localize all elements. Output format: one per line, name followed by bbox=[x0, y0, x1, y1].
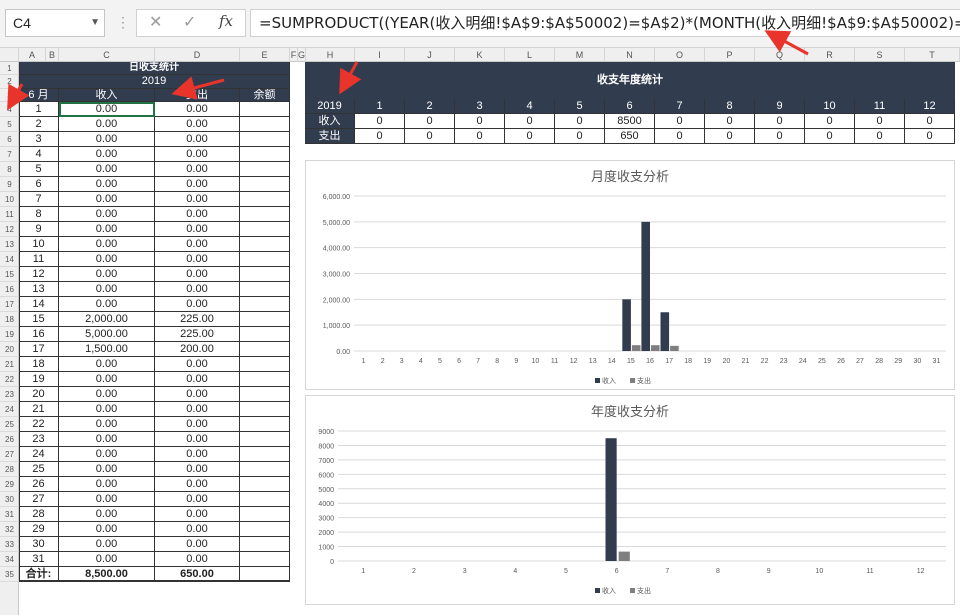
annotation-arrows bbox=[7, 30, 809, 111]
arrow-annotation bbox=[171, 76, 225, 100]
arrow-annotation bbox=[764, 30, 809, 56]
arrow-annotation bbox=[7, 83, 30, 111]
arrow-annotation bbox=[339, 61, 362, 95]
